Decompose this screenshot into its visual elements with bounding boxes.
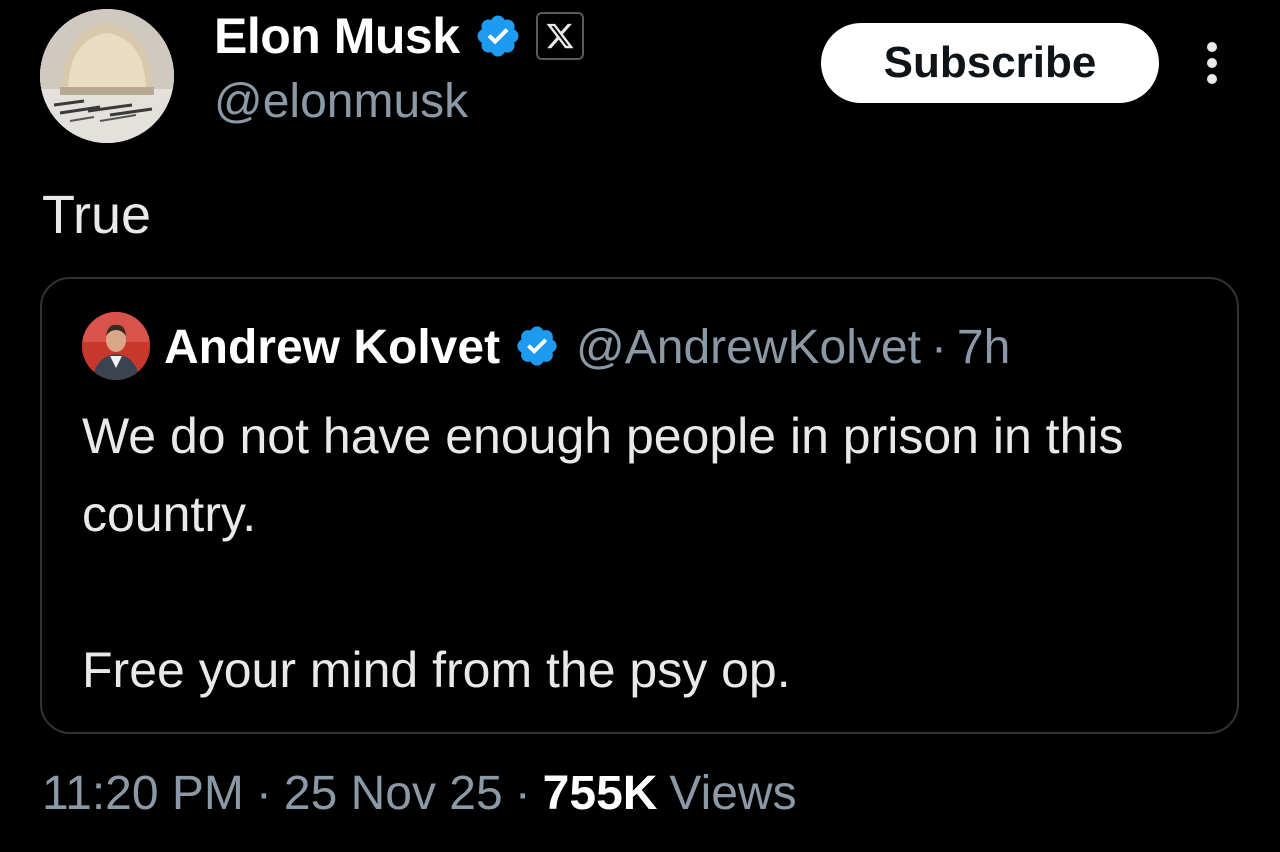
- quoted-author-handle[interactable]: @AndrewKolvet: [576, 320, 921, 375]
- x-logo-icon[interactable]: [535, 12, 584, 60]
- more-dot: [1207, 42, 1217, 52]
- quoted-meta: @AndrewKolvet · 7h: [576, 320, 1010, 375]
- tweet-date[interactable]: 25 Nov 25: [284, 766, 503, 821]
- quoted-author-name[interactable]: Andrew Kolvet: [164, 320, 500, 375]
- quoted-author-avatar[interactable]: [82, 312, 150, 380]
- meta-separator: ·: [514, 767, 531, 820]
- subscribe-button[interactable]: Subscribe: [821, 23, 1159, 103]
- views-count[interactable]: 755K: [543, 766, 658, 821]
- tweet-time[interactable]: 11:20 PM: [42, 766, 244, 821]
- tweet: Elon Musk @elonmusk Subscribe True Andre…: [0, 0, 1280, 852]
- author-name-row: Elon Musk: [214, 4, 584, 68]
- author-display-name[interactable]: Elon Musk: [214, 7, 460, 65]
- quoted-text-paragraph: We do not have enough people in prison i…: [82, 408, 1124, 542]
- tweet-metadata: 11:20 PM · 25 Nov 25 · 755K Views: [42, 766, 797, 821]
- verified-badge-icon: [514, 323, 562, 371]
- tweet-text: True: [42, 185, 152, 245]
- quoted-author-avatar-image: [82, 312, 150, 380]
- quoted-header: Andrew Kolvet @AndrewKolvet · 7h: [164, 315, 1010, 379]
- author-handle[interactable]: @elonmusk: [214, 74, 468, 129]
- meta-separator: ·: [255, 767, 272, 820]
- quoted-tweet-card[interactable]: Andrew Kolvet @AndrewKolvet · 7h We do n…: [40, 277, 1239, 734]
- quoted-timestamp[interactable]: 7h: [957, 320, 1010, 375]
- more-dot: [1207, 58, 1217, 68]
- meta-separator: ·: [930, 320, 947, 374]
- more-dot: [1207, 74, 1217, 84]
- author-avatar-image: [40, 9, 174, 143]
- author-avatar[interactable]: [40, 9, 174, 143]
- views-label: Views: [669, 767, 797, 820]
- verified-badge-icon: [474, 12, 522, 60]
- more-options-icon[interactable]: [1194, 38, 1230, 88]
- quoted-tweet-text: We do not have enough people in prison i…: [82, 397, 1202, 709]
- quoted-text-paragraph: Free your mind from the psy op.: [82, 642, 791, 698]
